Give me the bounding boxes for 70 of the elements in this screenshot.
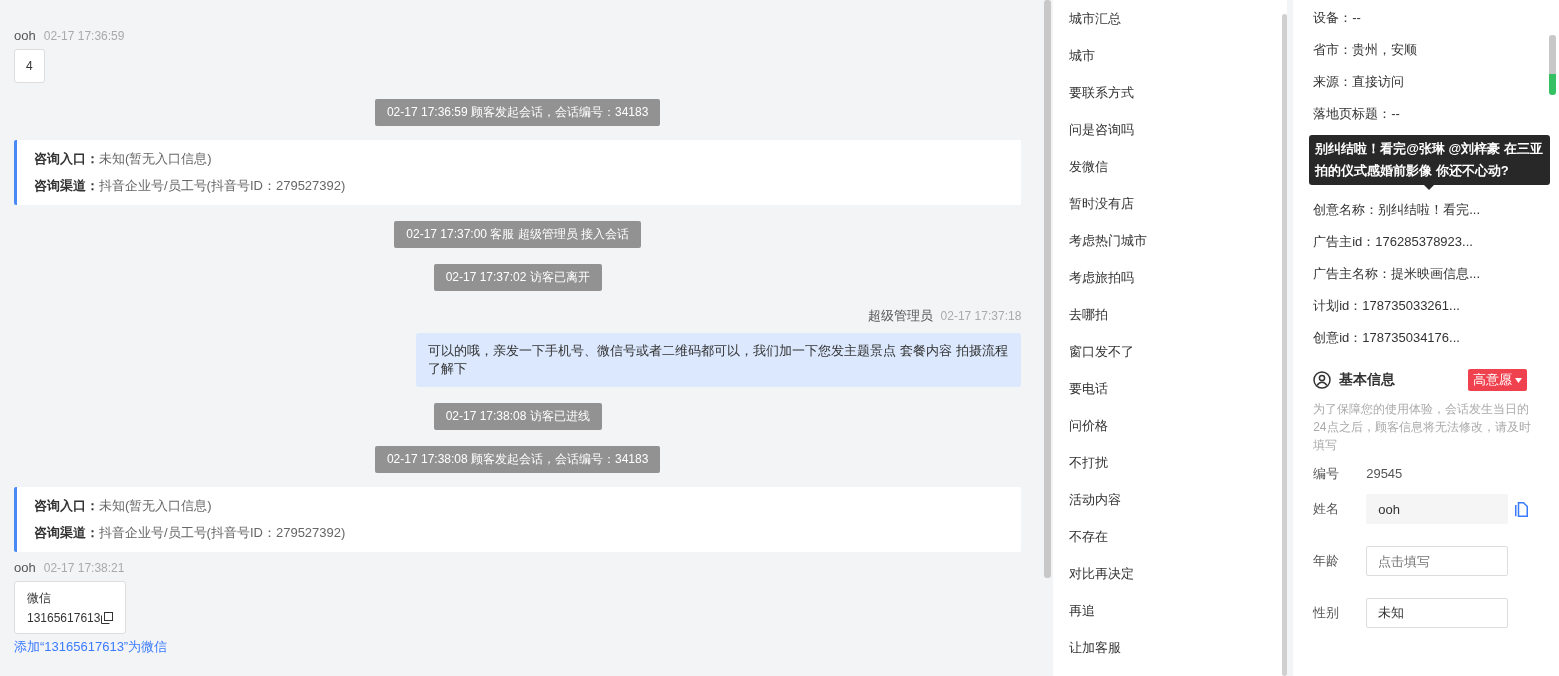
scrollbar-thumb[interactable] [1282,14,1288,676]
age-field[interactable]: 点击填写 [1366,546,1509,576]
quick-reply-item[interactable]: 窗口发不了 [1053,333,1283,370]
field-label: 编号 [1313,465,1341,483]
field-label: 咨询入口： [34,498,99,513]
quick-reply-item[interactable]: 问价格 [1053,407,1283,444]
system-notice: 02-17 17:38:08 顾客发起会话，会话编号：34183 [374,446,661,473]
message-bubble: 可以的哦，亲发一下手机号、微信号或者二维码都可以，我们加一下您发主题景点 套餐内容 拍摄流程了解下 [416,333,1022,387]
sender-name: ooh [14,560,36,575]
info-row-text: 创意id：178735034176... [1313,329,1461,347]
notice-text: 为了保障您的使用体验，会话发生当日的24点之后，顾客信息将无法修改，请及时填写 [1313,401,1532,454]
gender-select[interactable]: 未知 [1366,598,1509,628]
info-row-text: 广告主名称：提米映画信息... [1313,265,1481,283]
system-notice: 02-17 17:38:08 访客已进线 [433,403,602,430]
quick-reply-item[interactable]: 对比再决定 [1053,555,1283,592]
quick-reply-item[interactable]: 城市汇总 [1053,0,1283,37]
quick-reply-item[interactable]: 城市 [1053,37,1283,74]
field-label: 咨询渠道： [34,178,99,193]
field-label: 年龄 [1313,552,1341,570]
system-notice: 02-17 17:37:02 访客已离开 [433,264,602,291]
info-row-text: 计划id：178735033261... [1313,297,1461,315]
message-bubble: 4 [14,49,45,83]
quick-reply-item[interactable]: 发微信 [1053,148,1283,185]
quick-reply-item[interactable]: 让加客服 [1053,629,1283,666]
field-value: 未知(暂无入口信息) [99,498,212,513]
field-value: 抖音企业号/员工号(抖音号ID：279527392) [99,178,346,193]
quick-reply-item[interactable]: 去哪拍 [1053,296,1283,333]
quick-reply-item[interactable]: 再追 [1053,592,1283,629]
intent-dropdown[interactable]: 高意愿 [1468,369,1527,391]
caret-icon [1515,377,1522,383]
section-title: 基本信息 [1339,371,1397,389]
field-label: 姓名 [1313,500,1341,518]
system-notice: 02-17 17:37:00 客服 超级管理员 接入会话 [394,221,642,248]
field-value: 未知(暂无入口信息) [99,151,212,166]
message-time: 02-17 17:37:18 [940,309,1022,323]
contact-type: 微信 [27,590,52,607]
quick-reply-item[interactable]: 问是咨询吗 [1053,111,1283,148]
sender-name: 超级管理员 [867,307,933,325]
quick-reply-item[interactable]: 考虑旅拍吗 [1053,259,1283,296]
field-label: 性别 [1313,604,1341,622]
add-wechat-link[interactable]: 添加“13165617613”为微信 [14,638,168,656]
scrollbar-thumb[interactable] [1044,0,1052,578]
quick-reply-item[interactable]: 不打扰 [1053,444,1283,481]
user-icon [1313,371,1332,389]
info-row-text: 设备：-- [1313,9,1362,27]
copy-icon[interactable] [101,612,114,624]
quick-reply-item[interactable]: 暂时没有店 [1053,185,1283,222]
quick-reply-item[interactable]: 考虑热门城市 [1053,222,1283,259]
quick-reply-item[interactable]: 活动内容 [1053,481,1283,518]
info-row-text: 广告主id：176285378923... [1313,233,1474,251]
sender-name: ooh [14,28,36,43]
message-time: 02-17 17:38:21 [43,561,125,575]
name-field[interactable]: ooh [1366,494,1509,524]
info-row-text: 来源：直接访问 [1313,73,1406,91]
quick-reply-item[interactable]: 要联系方式 [1053,74,1283,111]
tooltip: 别纠结啦！看完@张琳 @刘梓豪 在三亚拍的仪式感婚前影像 你还不心动? [1309,135,1551,190]
quick-reply-item[interactable]: 要电话 [1053,370,1283,407]
message-time: 02-17 17:36:59 [43,29,125,43]
contact-number: 13165617613 [27,611,101,625]
field-label: 咨询渠道： [34,525,99,540]
info-row-text: 创意名称：别纠结啦！看完... [1313,201,1481,219]
field-value: 抖音企业号/员工号(抖音号ID：279527392) [99,525,346,540]
quick-reply-item[interactable]: 不存在 [1053,518,1283,555]
info-row-text: 落地页标题：-- [1313,105,1401,123]
scrollbar-thumb[interactable] [1549,35,1556,95]
system-notice: 02-17 17:36:59 顾客发起会话，会话编号：34183 [374,99,661,126]
tooltip-arrow [1424,185,1435,190]
field-value: 29545 [1366,465,1403,483]
info-row-text: 省市：贵州，安顺 [1313,41,1419,59]
field-label: 咨询入口： [34,151,99,166]
